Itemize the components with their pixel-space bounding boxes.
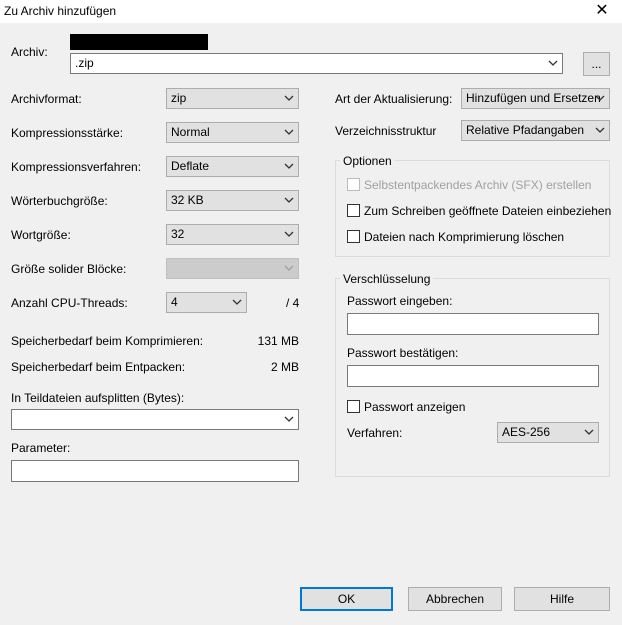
dict-value: 32 KB <box>171 193 204 207</box>
sfx-checkbox <box>347 178 360 191</box>
format-select[interactable]: zip <box>166 88 299 109</box>
show-password-label: Passwort anzeigen <box>364 400 466 414</box>
params-label: Parameter: <box>11 441 71 455</box>
chevron-down-icon <box>284 94 294 103</box>
chevron-down-icon <box>595 126 605 135</box>
paths-select[interactable]: Relative Pfadangaben <box>461 120 610 141</box>
mem-decompress-value: 2 MB <box>270 360 299 374</box>
paths-label: Verzeichnisstruktur <box>335 124 437 138</box>
mem-decompress-label: Speicherbedarf beim Entpacken: <box>11 360 186 374</box>
show-password-checkbox[interactable] <box>347 400 360 413</box>
solid-label: Größe solider Blöcke: <box>11 262 127 276</box>
options-title: Optionen <box>340 154 395 168</box>
chevron-down-icon <box>284 128 294 137</box>
threads-value: 4 <box>171 295 178 309</box>
chevron-down-icon <box>232 298 242 307</box>
params-input[interactable] <box>11 460 299 482</box>
threads-label: Anzahl CPU-Threads: <box>11 296 128 310</box>
method-value: Deflate <box>171 159 210 173</box>
method-select[interactable]: Deflate <box>166 156 299 177</box>
chevron-down-icon <box>284 196 294 205</box>
delete-checkbox[interactable] <box>347 230 360 243</box>
password-confirm-label: Passwort bestätigen: <box>347 346 459 360</box>
update-value: Hinzufügen und Ersetzen <box>466 91 601 105</box>
encryption-method-label: Verfahren: <box>347 426 403 440</box>
chevron-down-icon <box>584 428 594 437</box>
split-combo[interactable] <box>11 409 299 430</box>
paths-value: Relative Pfadangaben <box>466 123 585 137</box>
mem-compress-value: 131 MB <box>257 334 299 348</box>
level-label: Kompressionsstärke: <box>11 126 124 140</box>
mem-compress-label: Speicherbedarf beim Komprimieren: <box>11 334 204 348</box>
shared-label: Zum Schreiben geöffnete Dateien einbezie… <box>364 204 612 218</box>
archive-path-value: .zip <box>75 56 94 70</box>
encryption-title: Verschlüsselung <box>340 272 434 286</box>
word-select[interactable]: 32 <box>166 224 299 245</box>
cancel-button[interactable]: Abbrechen <box>408 587 502 611</box>
browse-button[interactable]: ... <box>583 52 610 76</box>
encryption-method-select[interactable]: AES-256 <box>497 422 599 443</box>
dict-select[interactable]: 32 KB <box>166 190 299 211</box>
ok-button[interactable]: OK <box>300 587 393 611</box>
chevron-down-icon <box>595 94 605 103</box>
level-value: Normal <box>171 125 210 139</box>
solid-select <box>166 258 299 279</box>
delete-label: Dateien nach Komprimierung löschen <box>364 230 565 244</box>
threads-select[interactable]: 4 <box>166 292 247 313</box>
encryption-method-value: AES-256 <box>502 425 551 439</box>
title-bar: Zu Archiv hinzufügen ✕ <box>0 0 622 23</box>
shared-checkbox[interactable] <box>347 204 360 217</box>
update-label: Art der Aktualisierung: <box>335 92 453 106</box>
threads-total: / 4 <box>286 296 300 310</box>
method-label: Kompressionsverfahren: <box>11 160 142 174</box>
help-button[interactable]: Hilfe <box>514 587 610 611</box>
chevron-down-icon <box>284 415 294 424</box>
password-label: Passwort eingeben: <box>347 294 453 308</box>
format-label: Archivformat: <box>11 92 82 106</box>
password-confirm-input[interactable] <box>347 365 599 387</box>
close-icon[interactable]: ✕ <box>592 1 612 21</box>
split-label: In Teildateien aufsplitten (Bytes): <box>11 391 185 405</box>
dict-label: Wörterbuchgröße: <box>11 194 108 208</box>
window-title: Zu Archiv hinzufügen <box>4 4 117 18</box>
chevron-down-icon <box>284 230 294 239</box>
format-value: zip <box>171 91 187 105</box>
archive-label: Archiv: <box>11 45 48 59</box>
word-label: Wortgröße: <box>11 228 71 242</box>
chevron-down-icon <box>548 59 558 68</box>
redacted-path <box>70 34 208 50</box>
update-select[interactable]: Hinzufügen und Ersetzen <box>461 88 610 109</box>
word-value: 32 <box>171 227 185 241</box>
password-input[interactable] <box>347 313 599 335</box>
chevron-down-icon <box>284 162 294 171</box>
sfx-label: Selbstentpackendes Archiv (SFX) erstelle… <box>364 178 592 192</box>
chevron-down-icon <box>284 264 294 273</box>
level-select[interactable]: Normal <box>166 122 299 143</box>
archive-path-combo[interactable]: .zip <box>70 53 563 74</box>
